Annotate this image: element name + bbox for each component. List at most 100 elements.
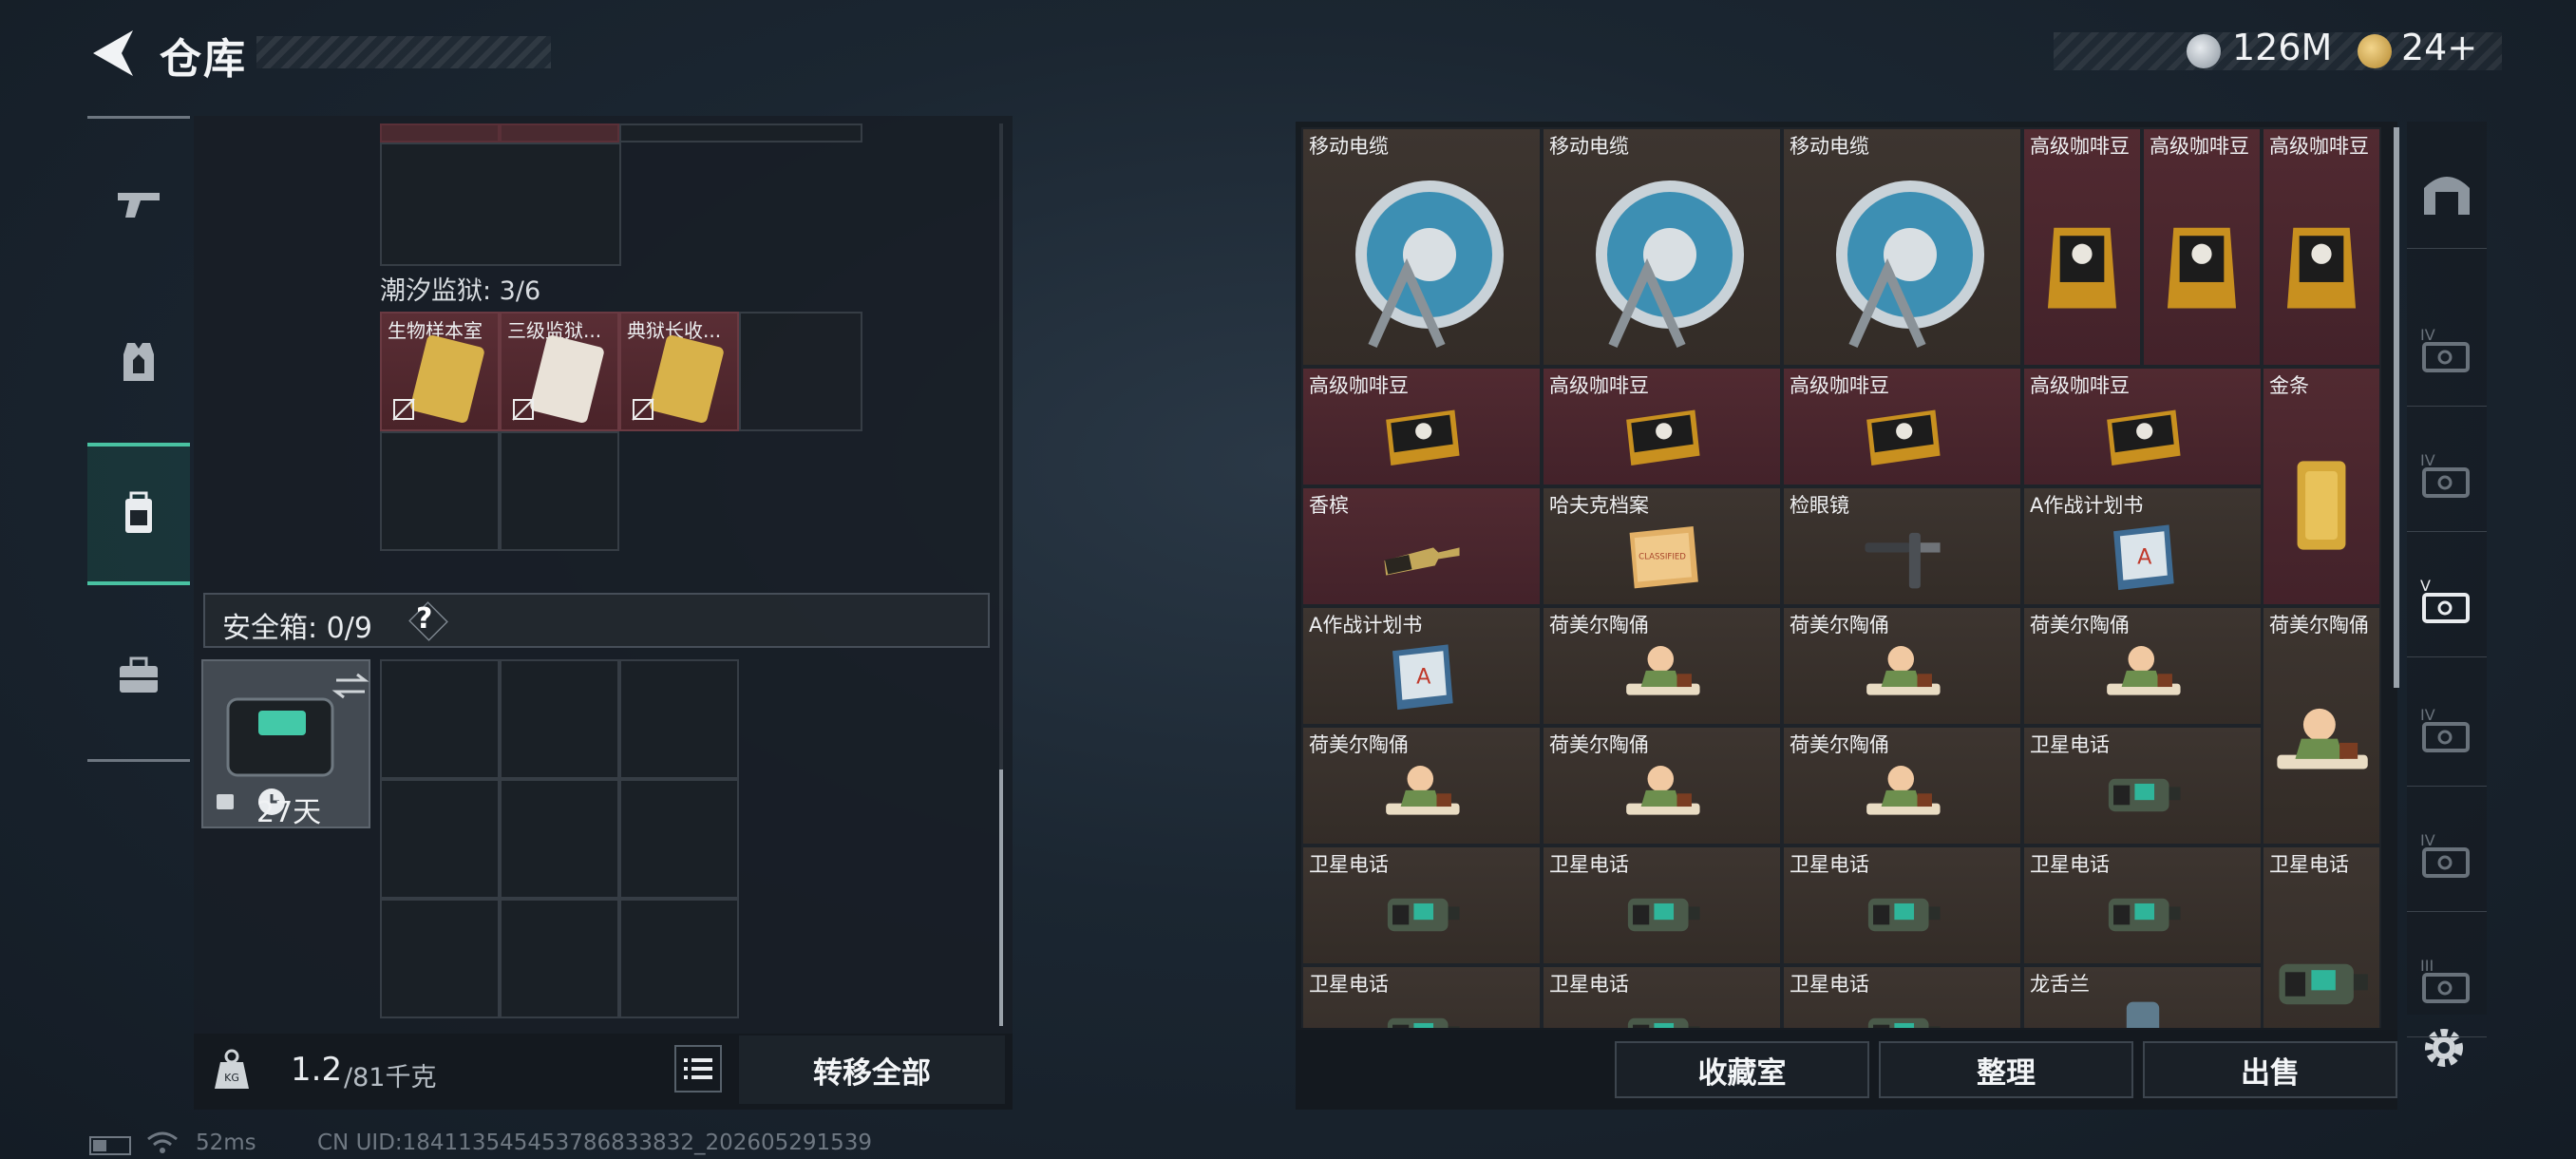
safebox-slot[interactable] — [380, 659, 500, 779]
nav-backpack[interactable] — [87, 443, 190, 585]
storage-box-icon: IV — [2420, 326, 2470, 372]
stash-item[interactable]: 高级咖啡豆 — [1782, 367, 2022, 486]
svg-text:IV: IV — [2420, 451, 2435, 469]
coffee-bag-icon — [1866, 409, 1941, 466]
item-name: 卫星电话 — [1549, 973, 1629, 996]
stash-scrollbar[interactable] — [2394, 127, 2399, 688]
back-arrow-icon[interactable] — [87, 27, 135, 80]
stash-tab-main[interactable] — [2407, 135, 2487, 249]
stash-item[interactable]: 高级咖啡豆 — [2142, 127, 2262, 367]
stash-item[interactable]: 哈夫克档案 CLASSIFIED — [1542, 486, 1782, 606]
stash-item[interactable]: 高级咖啡豆 — [2262, 127, 2381, 367]
grid-cell[interactable] — [500, 124, 619, 142]
stash-item[interactable]: 高级咖啡豆 — [2022, 127, 2142, 367]
stash-tab-level-iii[interactable]: III — [2407, 923, 2487, 1037]
key-card-slot-empty[interactable] — [380, 431, 500, 551]
key-card-slot[interactable]: 典狱长收... — [619, 312, 739, 431]
stash-item[interactable]: 荷美尔陶俑 — [1542, 606, 1782, 726]
stash-item[interactable]: 卫星电话 — [1782, 965, 2022, 1028]
stash-item[interactable]: 移动电缆 — [1301, 127, 1542, 367]
key-card-icon — [409, 333, 485, 425]
stash-item[interactable]: 卫星电话 — [2022, 846, 2263, 965]
pistol-icon — [118, 193, 160, 218]
safebox-slot[interactable] — [619, 659, 739, 779]
stash-tab-level-iv[interactable]: IV — [2407, 418, 2487, 532]
list-view-button[interactable] — [674, 1045, 722, 1092]
stash-tab-level-iv[interactable]: IV — [2407, 673, 2487, 787]
page-title: 仓库 — [160, 35, 247, 84]
safebox-slot[interactable] — [500, 779, 619, 899]
safebox-slot[interactable] — [500, 659, 619, 779]
key-card-icon — [529, 333, 605, 425]
stash-item[interactable]: 卫星电话 — [1542, 965, 1782, 1028]
stash-item[interactable]: 荷美尔陶俑 — [2262, 606, 2381, 846]
stash-item[interactable]: 荷美尔陶俑 — [1542, 726, 1782, 846]
stash-item[interactable]: 移动电缆 — [1542, 127, 1782, 367]
stash-item[interactable]: 卫星电话 — [1542, 846, 1782, 965]
item-name: 检眼镜 — [1790, 494, 1849, 517]
stash-item[interactable]: 高级咖啡豆 — [2022, 367, 2263, 486]
stash-item[interactable]: 龙舌兰 — [2022, 965, 2263, 1028]
left-scrollbar[interactable] — [999, 770, 1003, 1026]
safebox-slot[interactable] — [380, 779, 500, 899]
stash-item[interactable]: 卫星电话 — [1301, 965, 1542, 1028]
item-name: 荷美尔陶俑 — [1549, 614, 1649, 636]
stash-item[interactable]: 卫星电话 — [1782, 846, 2022, 965]
key-card-slot[interactable]: 生物样本室 — [380, 312, 500, 431]
stash-item[interactable]: 金条 — [2262, 367, 2381, 606]
item-name: 荷美尔陶俑 — [2269, 614, 2369, 636]
help-icon[interactable]: ? — [416, 602, 432, 636]
satellite-phone-icon — [2108, 778, 2181, 811]
hummel-figurine-icon — [1625, 645, 1700, 695]
key-card-slot[interactable]: 三级监狱... — [500, 312, 619, 431]
backpack-icon — [125, 491, 152, 533]
item-name: 移动电缆 — [1309, 135, 1389, 158]
stash-item[interactable]: 卫星电话 — [2022, 726, 2263, 846]
stash-item[interactable]: 荷美尔陶俑 — [1301, 726, 1542, 846]
battery-level — [93, 1140, 106, 1151]
stash-item[interactable]: 荷美尔陶俑 — [1782, 606, 2022, 726]
key-card-slot-empty[interactable] — [739, 312, 862, 431]
satellite-phone-icon — [1867, 898, 1941, 931]
premium-balance[interactable]: 24+ — [2401, 27, 2477, 68]
stash-item[interactable]: 香槟 — [1301, 486, 1542, 606]
nav-armor[interactable] — [87, 291, 190, 433]
stash-item[interactable]: 荷美尔陶俑 — [2022, 606, 2263, 726]
transfer-all-button[interactable]: 转移全部 — [739, 1036, 1005, 1104]
storage-box-icon: IV — [2420, 706, 2470, 752]
grid-cell[interactable] — [619, 124, 862, 142]
stash-item[interactable]: A作战计划书 A — [1301, 606, 1542, 726]
safebox-slot[interactable] — [619, 779, 739, 899]
item-name: 卫星电话 — [1790, 973, 1869, 996]
stash-item[interactable]: 高级咖啡豆 — [1301, 367, 1542, 486]
grid-cell[interactable] — [380, 142, 621, 266]
nav-gear-case[interactable] — [87, 604, 190, 747]
stash-item[interactable]: 检眼镜 — [1782, 486, 2022, 606]
stash-tab-level-iv[interactable]: IV — [2407, 798, 2487, 912]
item-name: A作战计划书 — [2030, 494, 2144, 517]
nav-weapons[interactable] — [87, 133, 190, 276]
stash-item[interactable]: 卫星电话 — [1301, 846, 1542, 965]
safebox-slot[interactable] — [380, 899, 500, 1018]
stash-item[interactable]: 高级咖啡豆 — [1542, 367, 1782, 486]
coffee-bag-icon — [2167, 227, 2237, 309]
key-card-slot-empty[interactable] — [500, 431, 619, 551]
stash-item[interactable]: 卫星电话 — [2262, 846, 2381, 1028]
stash-item[interactable]: 荷美尔陶俑 — [1782, 726, 2022, 846]
item-name: 卫星电话 — [1790, 853, 1869, 876]
organize-button[interactable]: 整理 — [1879, 1041, 2133, 1098]
safebox-slot[interactable] — [500, 899, 619, 1018]
svg-text:III: III — [2420, 957, 2434, 975]
stash-tab-level-iv[interactable]: IV — [2407, 293, 2487, 407]
sell-button[interactable]: 出售 — [2143, 1041, 2397, 1098]
satellite-phone-icon — [2279, 963, 2368, 1005]
grid-cell[interactable] — [380, 124, 500, 142]
stash-tab-level-v[interactable]: V — [2407, 543, 2487, 657]
hummel-figurine-icon — [2106, 645, 2181, 695]
stash-item[interactable]: 移动电缆 — [1782, 127, 2022, 367]
collection-room-button[interactable]: 收藏室 — [1615, 1041, 1869, 1098]
stash-grid: 移动电缆 移动电缆 移动电缆 高级咖啡豆 高级咖啡豆 高级咖啡豆 高级咖啡豆 高级咖啡豆 高级咖… — [1301, 127, 2386, 1028]
stash-item[interactable]: A作战计划书 A — [2022, 486, 2263, 606]
safebox-slot[interactable] — [619, 899, 739, 1018]
tequila-bottle-icon — [2126, 1001, 2159, 1028]
